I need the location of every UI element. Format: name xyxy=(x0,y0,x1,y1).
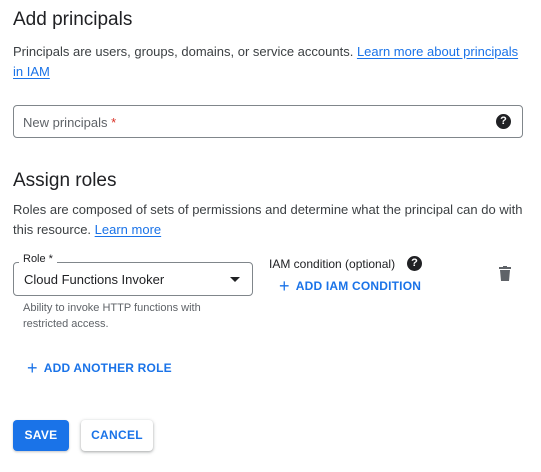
add-principals-description-text: Principals are users, groups, domains, o… xyxy=(13,44,357,59)
assign-roles-description: Roles are composed of sets of permission… xyxy=(13,200,528,240)
add-another-role-button[interactable]: + ADD ANOTHER ROLE xyxy=(27,358,172,378)
add-iam-condition-label: ADD IAM CONDITION xyxy=(295,279,422,293)
add-principals-heading: Add principals xyxy=(13,9,133,30)
add-iam-condition-button[interactable]: + ADD IAM CONDITION xyxy=(279,276,422,296)
cancel-button[interactable]: CANCEL xyxy=(81,420,153,451)
iam-condition-help-icon[interactable]: ? xyxy=(407,256,422,271)
plus-icon: + xyxy=(27,358,38,378)
role-select[interactable]: Cloud Functions Invoker xyxy=(13,262,253,296)
learn-more-roles-link[interactable]: Learn more xyxy=(95,222,161,237)
help-icon[interactable]: ? xyxy=(496,114,511,129)
add-principals-description: Principals are users, groups, domains, o… xyxy=(13,42,528,82)
new-principals-input[interactable]: New principals * ? xyxy=(13,105,523,138)
save-button[interactable]: SAVE xyxy=(13,420,69,451)
role-select-value: Cloud Functions Invoker xyxy=(24,272,165,287)
required-asterisk: * xyxy=(111,115,117,130)
dropdown-caret-icon xyxy=(230,277,240,282)
trash-icon[interactable] xyxy=(499,266,511,281)
role-hint-text: Ability to invoke HTTP functions with re… xyxy=(23,302,201,330)
role-select-label: Role * xyxy=(19,253,57,265)
plus-icon: + xyxy=(279,276,290,296)
assign-roles-heading: Assign roles xyxy=(13,170,117,191)
new-principals-placeholder: New principals * xyxy=(23,115,117,130)
add-another-role-label: ADD ANOTHER ROLE xyxy=(43,361,172,375)
iam-condition-label: IAM condition (optional) xyxy=(269,257,396,271)
assign-roles-description-text: Roles are composed of sets of permission… xyxy=(13,202,523,237)
